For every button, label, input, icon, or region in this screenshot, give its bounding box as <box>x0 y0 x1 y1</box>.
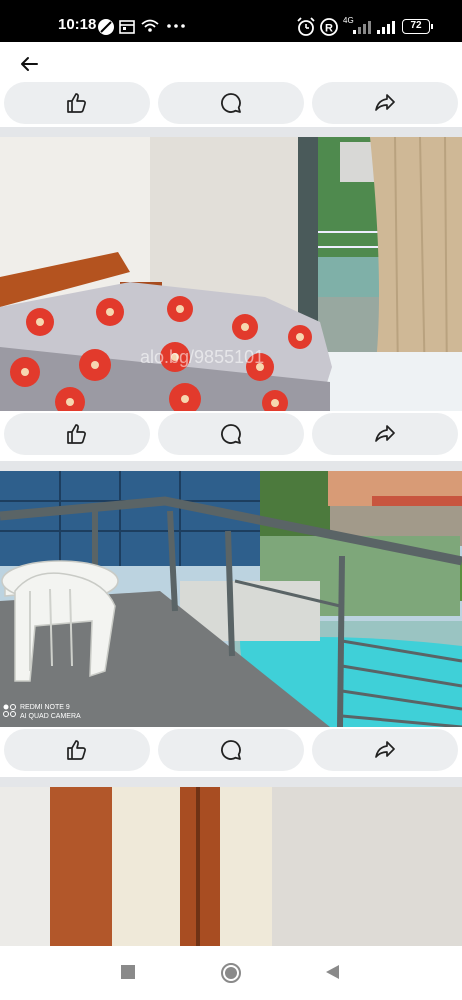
battery-tip <box>431 24 433 29</box>
comment-button-2[interactable] <box>158 413 304 455</box>
arrow-left-icon[interactable] <box>17 52 41 76</box>
bedroom-photo <box>0 137 462 411</box>
camera-caption-model: REDMI NOTE 9 <box>20 704 70 711</box>
post-photo-wardrobe[interactable] <box>0 787 462 946</box>
thumbs-up-icon <box>67 93 86 113</box>
post-separator-2 <box>0 461 462 471</box>
post-separator-3 <box>0 777 462 787</box>
battery-level: 72 <box>410 20 422 31</box>
post-separator-1 <box>0 127 462 137</box>
signal-icon-2 <box>377 21 395 34</box>
thumbs-up-icon <box>67 424 86 444</box>
like-button-1[interactable] <box>4 82 150 124</box>
battery-indicator: 72 <box>402 19 430 34</box>
wifi-icon <box>141 19 159 32</box>
app-bar <box>0 42 462 84</box>
post-photo-bedroom[interactable]: alo.bg/9855101 <box>0 137 462 411</box>
post-actions-1 <box>0 80 462 132</box>
share-button-1[interactable] <box>312 82 458 124</box>
post-actions-3 <box>0 727 462 779</box>
share-button-2[interactable] <box>312 413 458 455</box>
post-actions-2 <box>0 411 462 463</box>
circle-icon[interactable] <box>220 962 242 984</box>
comment-button-3[interactable] <box>158 729 304 771</box>
wardrobe-photo <box>0 787 462 946</box>
status-time: 10:18 <box>58 16 97 33</box>
thumbs-up-icon <box>67 740 86 760</box>
share-button-3[interactable] <box>312 729 458 771</box>
comment-icon <box>221 93 241 113</box>
balcony-photo <box>0 471 462 727</box>
camera-dots-icon <box>3 704 16 717</box>
comment-button-1[interactable] <box>158 82 304 124</box>
camera-caption-type: AI QUAD CAMERA <box>20 713 81 720</box>
dnd-icon <box>98 19 114 35</box>
camera-caption: REDMI NOTE 9 AI QUAD CAMERA <box>20 703 81 721</box>
photo-watermark: alo.bg/9855101 <box>140 347 265 367</box>
comment-icon <box>221 740 241 760</box>
like-button-2[interactable] <box>4 413 150 455</box>
share-icon <box>375 741 395 758</box>
alarm-icon <box>297 17 315 36</box>
square-icon[interactable] <box>121 965 135 979</box>
signal-icon <box>353 21 371 34</box>
post-photo-balcony[interactable]: REDMI NOTE 9 AI QUAD CAMERA <box>0 471 462 727</box>
system-nav-bar <box>0 946 462 1000</box>
status-bar: 10:18 R 4G 72 <box>0 0 462 42</box>
share-icon <box>375 94 395 111</box>
comment-icon <box>221 424 241 444</box>
share-icon <box>375 425 395 442</box>
registered-icon: R <box>320 18 338 36</box>
more-dots-icon <box>167 24 185 28</box>
triangle-back-icon[interactable] <box>324 964 340 980</box>
svg-text:R: R <box>325 23 333 35</box>
like-button-3[interactable] <box>4 729 150 771</box>
calendar-icon <box>119 20 135 34</box>
